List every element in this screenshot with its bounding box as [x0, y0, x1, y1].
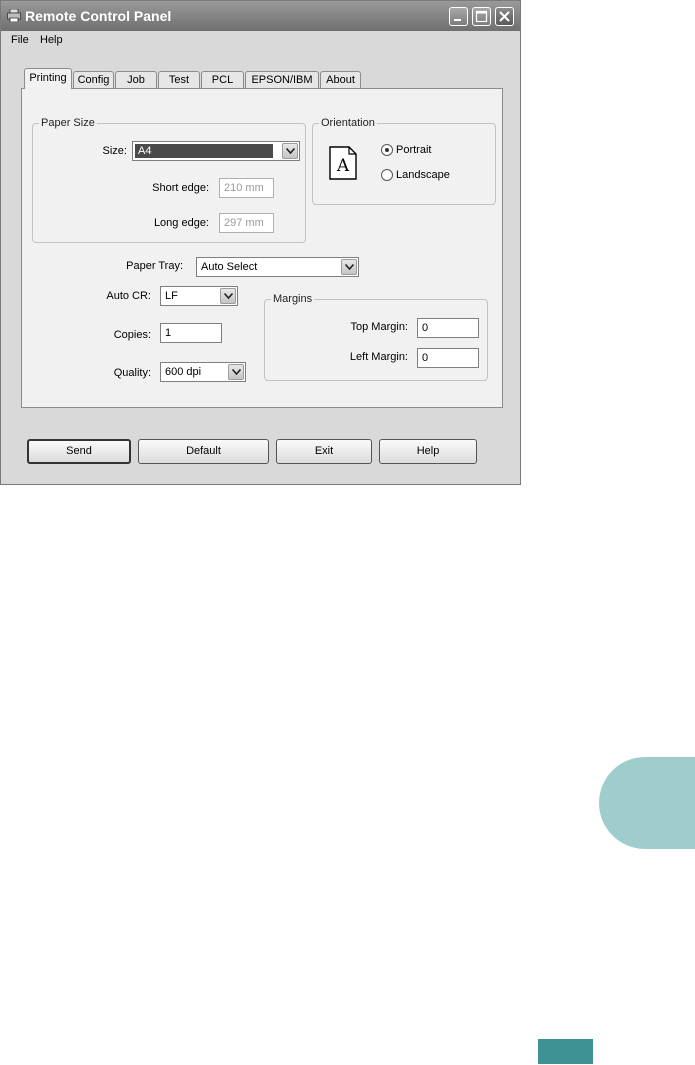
paper-tray-dropdown-button[interactable] [341, 259, 357, 275]
radio-selected-dot [385, 148, 389, 152]
minimize-icon [454, 19, 461, 21]
size-select[interactable]: A4 [132, 141, 300, 161]
quality-dropdown-button[interactable] [228, 364, 244, 380]
window-title: Remote Control Panel [25, 8, 172, 24]
maximize-button[interactable] [472, 7, 491, 26]
default-button[interactable]: Default [138, 439, 269, 464]
quality-select[interactable]: 600 dpi [160, 362, 246, 382]
copies-input[interactable]: 1 [160, 323, 222, 343]
copies-label: Copies: [113, 329, 151, 341]
menu-file[interactable]: File [11, 34, 29, 46]
landscape-label[interactable]: Landscape [396, 169, 450, 181]
long-edge-field: 297 mm [219, 213, 274, 233]
tab-test[interactable]: Test [158, 71, 200, 88]
portrait-radio[interactable] [381, 144, 393, 156]
chevron-down-icon [345, 264, 354, 270]
paper-tray-label: Paper Tray: [126, 260, 183, 272]
quality-label: Quality: [113, 367, 151, 379]
auto-cr-value: LF [165, 290, 178, 302]
size-dropdown-button[interactable] [282, 143, 298, 159]
quality-value: 600 dpi [165, 366, 202, 378]
top-margin-label: Top Margin: [350, 321, 408, 333]
auto-cr-dropdown-button[interactable] [220, 288, 236, 304]
chevron-down-icon [232, 369, 241, 375]
maximize-icon [475, 10, 488, 23]
minimize-button[interactable] [449, 7, 468, 26]
top-margin-input[interactable]: 0 [417, 318, 479, 338]
menu-bar: File Help [1, 31, 520, 50]
margins-group: Margins [264, 293, 488, 381]
printer-icon [7, 9, 21, 22]
footer-color-block [538, 1039, 593, 1064]
tab-epson-ibm[interactable]: EPSON/IBM [245, 71, 319, 88]
size-label: Size: [102, 145, 127, 157]
remote-control-panel-window: Remote Control Panel File Help Printing … [0, 0, 521, 485]
long-edge-label: Long edge: [153, 217, 209, 229]
margins-group-label: Margins [271, 293, 315, 305]
exit-button[interactable]: Exit [276, 439, 372, 464]
tab-printing[interactable]: Printing [24, 68, 72, 89]
orientation-preview-glyph: A [336, 156, 350, 176]
chevron-down-icon [286, 148, 295, 154]
auto-cr-select[interactable]: LF [160, 286, 238, 306]
page-orientation-icon: A [329, 146, 357, 180]
left-margin-label: Left Margin: [349, 351, 408, 363]
portrait-label[interactable]: Portrait [396, 144, 431, 156]
close-icon [499, 11, 510, 22]
close-button[interactable] [495, 7, 514, 26]
chapter-side-tab [599, 757, 695, 849]
left-margin-input[interactable]: 0 [417, 348, 479, 368]
tab-job[interactable]: Job [115, 71, 157, 88]
tab-config[interactable]: Config [73, 71, 114, 88]
paper-tray-value: Auto Select [201, 261, 258, 273]
paper-size-group-label: Paper Size [39, 117, 97, 129]
help-button[interactable]: Help [379, 439, 477, 464]
auto-cr-label: Auto CR: [106, 290, 151, 302]
menu-help[interactable]: Help [40, 34, 63, 46]
tab-about[interactable]: About [320, 71, 361, 88]
paper-tray-select[interactable]: Auto Select [196, 257, 359, 277]
size-selected-value: A4 [135, 144, 273, 158]
short-edge-label: Short edge: [152, 182, 209, 194]
send-button[interactable]: Send [27, 439, 131, 464]
orientation-group-label: Orientation [319, 117, 377, 129]
short-edge-field: 210 mm [219, 178, 274, 198]
tab-pcl[interactable]: PCL [201, 71, 244, 88]
chevron-down-icon [224, 293, 233, 299]
landscape-radio[interactable] [381, 169, 393, 181]
title-bar[interactable]: Remote Control Panel [1, 1, 520, 31]
